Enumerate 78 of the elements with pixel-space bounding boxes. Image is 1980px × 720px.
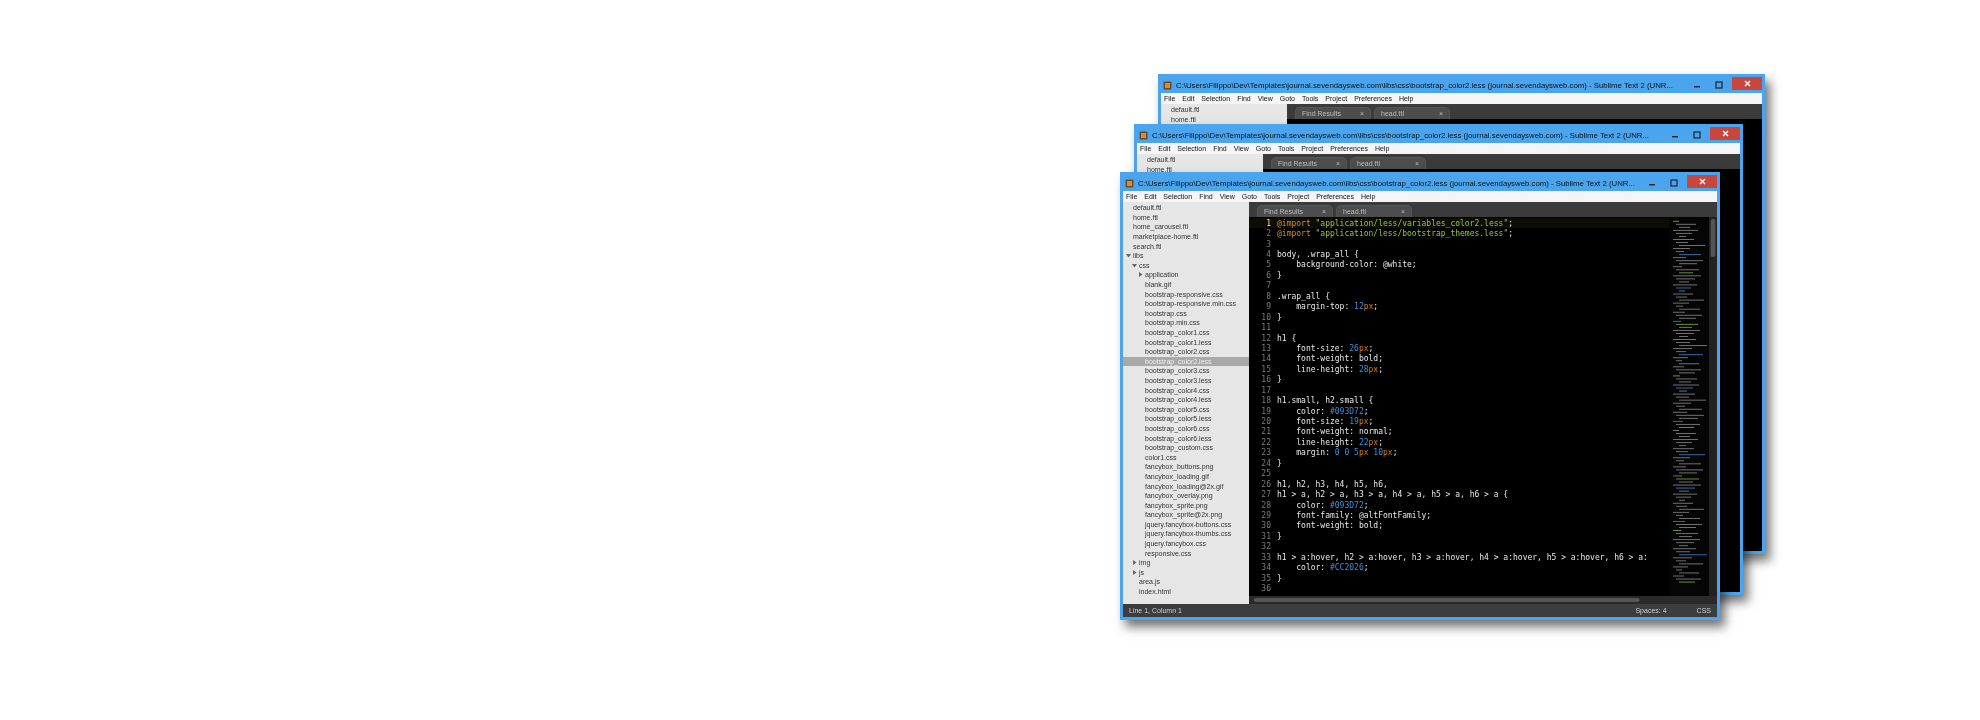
code-line: .wrap_all { bbox=[1277, 291, 1330, 301]
code-line: font-size: 26px; bbox=[1295, 343, 1374, 353]
code-line: body, .wrap_all { bbox=[1277, 250, 1359, 260]
line-number: 24 bbox=[1260, 458, 1272, 468]
code-line: } bbox=[1277, 312, 1282, 322]
line-number: 1 bbox=[1265, 218, 1272, 228]
maximize-icon bbox=[1670, 179, 1678, 187]
line-number: 13 bbox=[1260, 343, 1272, 353]
code-line: } bbox=[1277, 375, 1282, 385]
line-number: 30 bbox=[1260, 521, 1272, 531]
line-number: 9 bbox=[1265, 302, 1272, 312]
collapsed-arrow-icon bbox=[1138, 272, 1143, 278]
code-line: background-color: @white; bbox=[1295, 260, 1417, 270]
line-number: 15 bbox=[1260, 364, 1272, 374]
line-number: 31 bbox=[1260, 531, 1272, 541]
line-number: 10 bbox=[1260, 312, 1272, 322]
code-line: @import "application/less/variables_color2.less"; bbox=[1277, 218, 1514, 228]
close-button[interactable] bbox=[1687, 175, 1717, 188]
code-line: color: #093D72; bbox=[1295, 500, 1369, 510]
code-line: font-weight: normal; bbox=[1295, 427, 1393, 437]
code-line: line-height: 28px; bbox=[1295, 364, 1383, 374]
code-line: h1 { bbox=[1277, 333, 1297, 343]
line-number: 27 bbox=[1260, 490, 1272, 500]
code-line: font-family: @altFontFamily; bbox=[1295, 510, 1432, 520]
line-number: 6 bbox=[1265, 270, 1272, 280]
maximize-icon bbox=[1715, 81, 1723, 89]
code-line: font-weight: bold; bbox=[1295, 521, 1383, 531]
line-number: 5 bbox=[1265, 260, 1272, 270]
line-number: 7 bbox=[1265, 281, 1272, 291]
code-line: h1, h2, h3, h4, h5, h6, bbox=[1277, 479, 1388, 489]
close-icon bbox=[1743, 80, 1751, 87]
code-line: line-height: 22px; bbox=[1295, 437, 1383, 447]
code-line: } bbox=[1277, 531, 1282, 541]
line-number: 16 bbox=[1260, 375, 1272, 385]
line-number: 19 bbox=[1260, 406, 1272, 416]
line-number: 18 bbox=[1260, 396, 1272, 406]
code-line: h1 > a:hover, h2 > a:hover, h3 > a:hover, h4 > a:hover, h5 > a:hover, h6 > a: bbox=[1277, 552, 1648, 562]
app-icon bbox=[1139, 130, 1148, 140]
line-number: 21 bbox=[1260, 427, 1272, 437]
line-number: 29 bbox=[1260, 510, 1272, 520]
code-line: color: #093D72; bbox=[1295, 406, 1369, 416]
line-number: 11 bbox=[1260, 323, 1272, 333]
close-button[interactable] bbox=[1710, 127, 1740, 140]
close-icon bbox=[1698, 178, 1706, 185]
line-number: 22 bbox=[1260, 437, 1272, 447]
line-number: 34 bbox=[1260, 563, 1272, 573]
line-number: 33 bbox=[1260, 552, 1272, 562]
code-line: h1 > a, h2 > a, h3 > a, h4 > a, h5 > a, h6 > a { bbox=[1277, 490, 1509, 500]
line-number: 17 bbox=[1260, 385, 1272, 395]
code-line: @import "application/less/bootstrap_themes.less"; bbox=[1277, 229, 1514, 239]
line-number: 4 bbox=[1265, 250, 1272, 260]
line-number: 14 bbox=[1260, 354, 1272, 364]
code-line: font-weight: bold; bbox=[1295, 354, 1383, 364]
code-line: margin: 0 0 5px 10px; bbox=[1295, 448, 1398, 458]
line-number: 12 bbox=[1260, 333, 1272, 343]
line-number: 25 bbox=[1260, 469, 1272, 479]
code-line: margin-top: 12px; bbox=[1295, 302, 1379, 312]
line-number: 20 bbox=[1260, 417, 1272, 427]
line-number: 23 bbox=[1260, 448, 1272, 458]
line-number: 3 bbox=[1265, 239, 1272, 249]
app-icon bbox=[1163, 80, 1172, 90]
line-number: 8 bbox=[1265, 291, 1272, 301]
close-button[interactable] bbox=[1732, 77, 1762, 90]
close-icon bbox=[1721, 130, 1729, 137]
line-number: 26 bbox=[1260, 479, 1272, 489]
code-line: font-size: 19px; bbox=[1295, 417, 1374, 427]
code-line: } bbox=[1277, 458, 1282, 468]
maximize-icon bbox=[1693, 131, 1701, 139]
line-number: 2 bbox=[1265, 229, 1272, 239]
code-line: } bbox=[1277, 270, 1282, 280]
code-line: color: #CC2026; bbox=[1295, 563, 1369, 573]
line-number: 35 bbox=[1260, 573, 1272, 583]
line-number: 36 bbox=[1260, 584, 1272, 594]
app-icon bbox=[1125, 178, 1134, 188]
line-number: 28 bbox=[1260, 500, 1272, 510]
code-line: } bbox=[1277, 573, 1282, 583]
line-number: 32 bbox=[1260, 542, 1272, 552]
code-line: h1.small, h2.small { bbox=[1277, 396, 1374, 406]
